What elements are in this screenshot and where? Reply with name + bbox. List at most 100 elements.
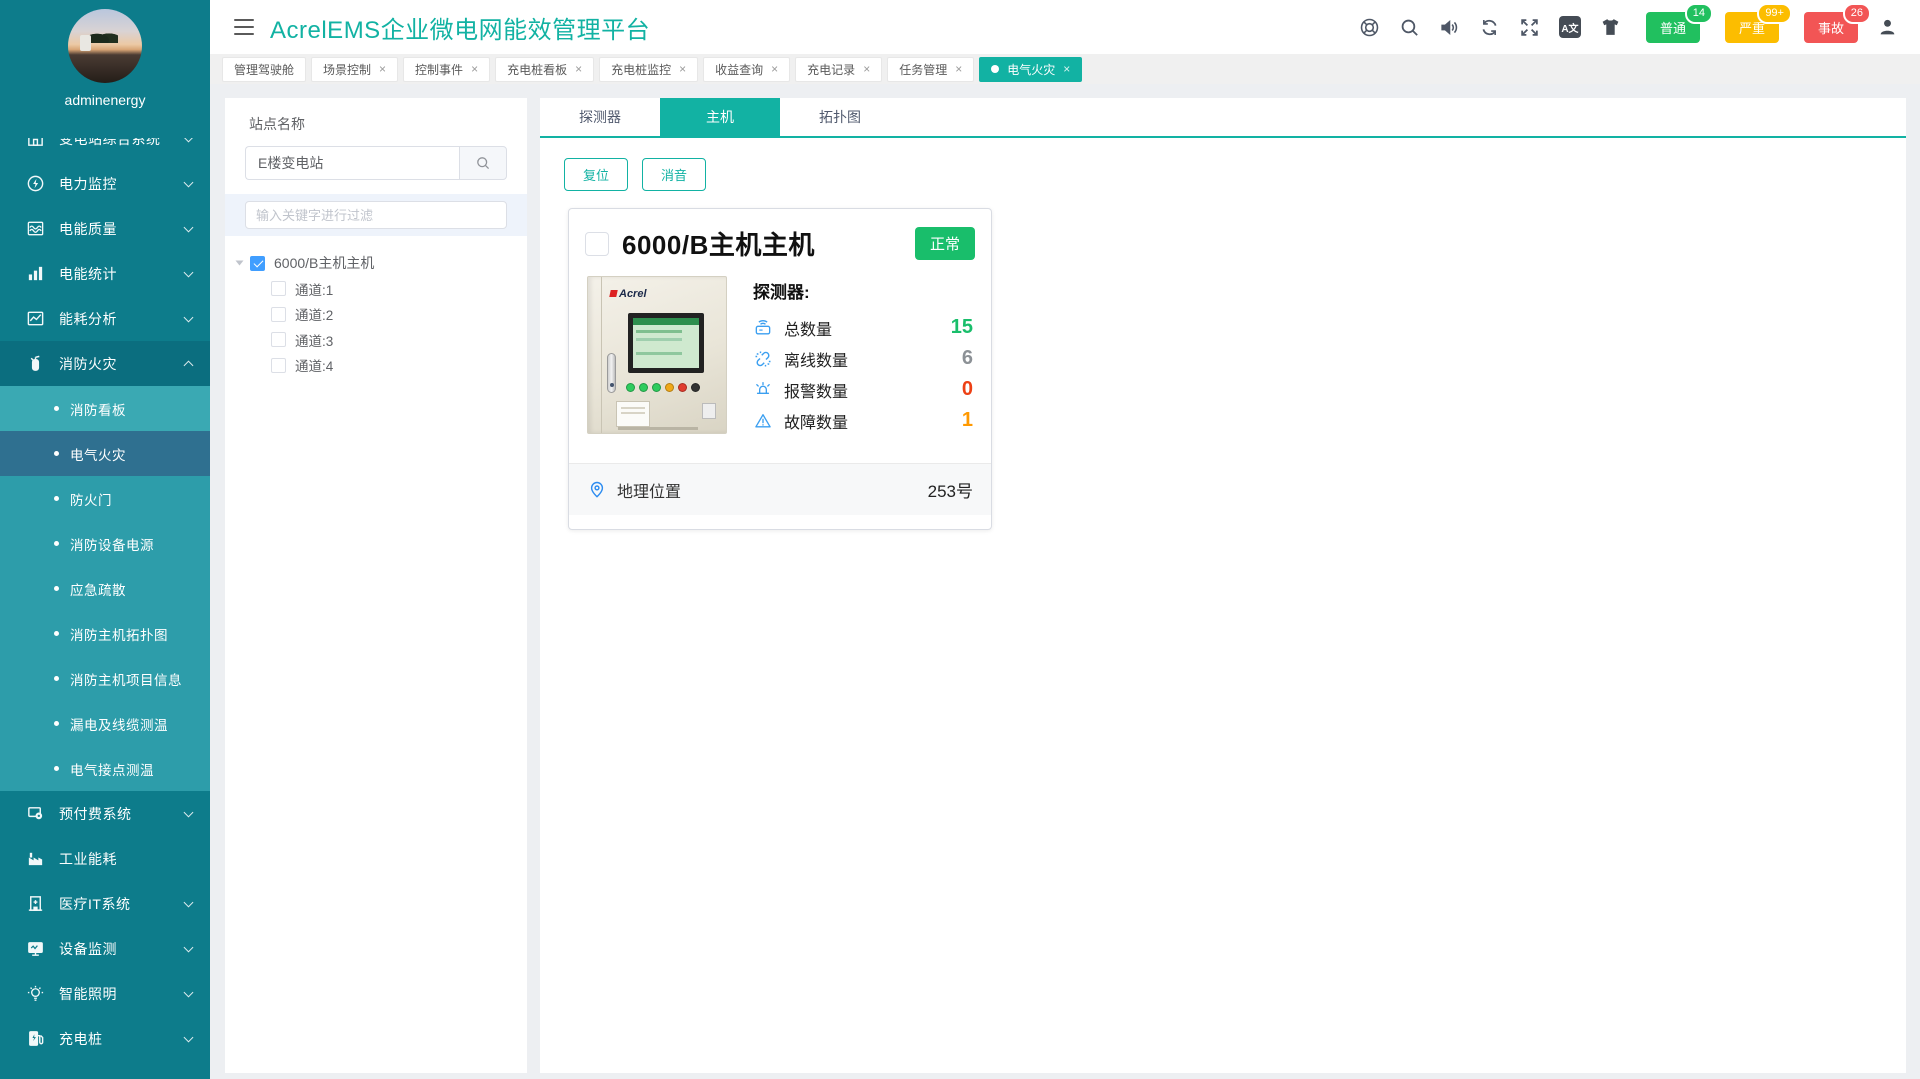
charging-pile-icon bbox=[26, 1029, 45, 1048]
device-handle bbox=[607, 353, 616, 393]
tree-checkbox[interactable] bbox=[271, 281, 286, 296]
tree-caret-icon[interactable] bbox=[236, 261, 244, 266]
chevron-down-icon bbox=[184, 942, 194, 952]
tab-charger-dashboard[interactable]: 充电桩看板× bbox=[495, 57, 594, 82]
volume-icon[interactable] bbox=[1439, 17, 1460, 38]
submenu-item-electrical-fire[interactable]: 电气火灾 bbox=[0, 431, 210, 476]
tab-revenue-query[interactable]: 收益查询× bbox=[703, 57, 790, 82]
tree-node-channel-1[interactable]: 通道:1 bbox=[237, 276, 527, 302]
sidebar-item-energy-analysis[interactable]: 能耗分析 bbox=[0, 296, 210, 341]
submenu-item-emergency-evacuation[interactable]: 应急疏散 bbox=[0, 566, 210, 611]
tree-node-channel-4[interactable]: 通道:4 bbox=[237, 353, 527, 379]
tree-node-channel-2[interactable]: 通道:2 bbox=[237, 302, 527, 328]
tree-node-channel-3[interactable]: 通道:3 bbox=[237, 327, 527, 353]
search-icon[interactable] bbox=[1399, 17, 1420, 38]
bullet-icon bbox=[54, 451, 59, 456]
tab-electrical-fire-active[interactable]: 电气火灾× bbox=[979, 57, 1082, 82]
reset-button[interactable]: 复位 bbox=[564, 158, 628, 191]
bullet-icon bbox=[54, 586, 59, 591]
tree-root-node[interactable]: 6000/B主机主机 bbox=[237, 250, 527, 276]
close-icon[interactable]: × bbox=[955, 62, 962, 76]
alarm-siren-icon bbox=[753, 380, 773, 400]
sidebar-item-power-statistics[interactable]: 电能统计 bbox=[0, 251, 210, 296]
top-header: AcrelEMS企业微电网能效管理平台 A文 普通 14 严重 99+ 事故 2… bbox=[210, 0, 1920, 54]
close-icon[interactable]: × bbox=[771, 62, 778, 76]
site-name-input[interactable] bbox=[245, 146, 459, 180]
avatar-trees bbox=[88, 29, 118, 43]
avatar[interactable] bbox=[68, 9, 142, 83]
tab-charging-records[interactable]: 充电记录× bbox=[795, 57, 882, 82]
power-quality-icon bbox=[26, 219, 45, 238]
sidebar-item-substation-system[interactable]: 变电站综合系统 bbox=[0, 138, 210, 161]
alarm-count-badge: 14 bbox=[1685, 3, 1713, 24]
chevron-up-icon bbox=[184, 361, 194, 371]
fullscreen-icon[interactable] bbox=[1519, 17, 1540, 38]
sidebar-item-industrial-energy[interactable]: 工业能耗 bbox=[0, 836, 210, 881]
close-icon[interactable]: × bbox=[575, 62, 582, 76]
sidebar-item-medical-it[interactable]: 医疗IT系统 bbox=[0, 881, 210, 926]
site-name-label: 站点名称 bbox=[225, 98, 527, 134]
sidebar-item-device-monitoring[interactable]: 设备监测 bbox=[0, 926, 210, 971]
sidebar-item-fire-protection[interactable]: 消防火灾 bbox=[0, 341, 210, 386]
host-checkbox[interactable] bbox=[585, 232, 609, 256]
tab-scene-control[interactable]: 场景控制× bbox=[311, 57, 398, 82]
detector-total-icon bbox=[753, 318, 773, 338]
submenu-item-fire-host-project-info[interactable]: 消防主机项目信息 bbox=[0, 656, 210, 701]
close-icon[interactable]: × bbox=[679, 62, 686, 76]
tab-host-active[interactable]: 主机 bbox=[660, 98, 780, 136]
sidebar-item-power-monitoring[interactable]: 电力监控 bbox=[0, 161, 210, 206]
fire-submenu: 消防看板 电气火灾 防火门 消防设备电源 应急疏散 消防主机拓扑图 消防主机项目… bbox=[0, 386, 210, 791]
submenu-item-fire-equipment-power[interactable]: 消防设备电源 bbox=[0, 521, 210, 566]
host-card-header: 6000/B主机主机 正常 bbox=[569, 209, 991, 270]
stat-alarm: 报警数量 0 bbox=[753, 374, 973, 405]
site-search-button[interactable] bbox=[459, 146, 507, 180]
user-icon[interactable] bbox=[1877, 17, 1898, 38]
sidebar-item-power-quality[interactable]: 电能质量 bbox=[0, 206, 210, 251]
submenu-item-fire-door[interactable]: 防火门 bbox=[0, 476, 210, 521]
tree-filter-input[interactable] bbox=[245, 201, 507, 229]
sidebar-item-smart-lighting[interactable]: 智能照明 bbox=[0, 971, 210, 1016]
stat-fault: 故障数量 1 bbox=[753, 405, 973, 436]
host-card[interactable]: 6000/B主机主机 正常 Acrel 探测器: bbox=[568, 208, 992, 530]
hamburger-menu-icon[interactable] bbox=[234, 19, 254, 35]
alarm-button-accident[interactable]: 事故 26 bbox=[1804, 12, 1858, 43]
submenu-item-fire-dashboard[interactable]: 消防看板 bbox=[0, 386, 210, 431]
translate-icon[interactable]: A文 bbox=[1559, 16, 1581, 38]
tree-checkbox[interactable] bbox=[271, 358, 286, 373]
host-actions: 复位 消音 bbox=[540, 138, 1906, 191]
tree-root-checkbox[interactable] bbox=[250, 256, 265, 271]
host-card-body: Acrel 探测器: 总数量 15 bbox=[569, 270, 991, 453]
tree-checkbox[interactable] bbox=[271, 307, 286, 322]
submenu-item-electrical-contact-temp[interactable]: 电气接点测温 bbox=[0, 746, 210, 791]
submenu-item-leakage-cable-temp[interactable]: 漏电及线缆测温 bbox=[0, 701, 210, 746]
tab-task-management[interactable]: 任务管理× bbox=[887, 57, 974, 82]
sidebar-item-charging-pile[interactable]: 充电桩 bbox=[0, 1016, 210, 1061]
close-icon[interactable]: × bbox=[379, 62, 386, 76]
help-lifebuoy-icon[interactable] bbox=[1359, 17, 1380, 38]
refresh-icon[interactable] bbox=[1479, 17, 1500, 38]
tab-charger-monitoring[interactable]: 充电桩监控× bbox=[599, 57, 698, 82]
tab-management-cockpit[interactable]: 管理驾驶舱 bbox=[222, 57, 306, 82]
app-title: AcrelEMS企业微电网能效管理平台 bbox=[270, 10, 650, 45]
close-icon[interactable]: × bbox=[863, 62, 870, 76]
mute-button[interactable]: 消音 bbox=[642, 158, 706, 191]
avatar-house bbox=[80, 35, 91, 51]
sidebar-item-prepaid-system[interactable]: 预付费系统 bbox=[0, 791, 210, 836]
device-tree: 6000/B主机主机 通道:1 通道:2 通道:3 通道:4 bbox=[225, 236, 527, 378]
tab-topology[interactable]: 拓扑图 bbox=[780, 98, 900, 136]
tree-checkbox[interactable] bbox=[271, 332, 286, 347]
submenu-item-fire-host-topology[interactable]: 消防主机拓扑图 bbox=[0, 611, 210, 656]
search-icon bbox=[475, 155, 491, 171]
header-actions: A文 普通 14 严重 99+ 事故 26 bbox=[1359, 12, 1898, 43]
tab-control-events[interactable]: 控制事件× bbox=[403, 57, 490, 82]
device-buttons bbox=[626, 383, 700, 392]
theme-tshirt-icon[interactable] bbox=[1600, 17, 1621, 38]
alarm-button-normal[interactable]: 普通 14 bbox=[1646, 12, 1700, 43]
monitor-icon bbox=[26, 939, 45, 958]
alarm-button-severe[interactable]: 严重 99+ bbox=[1725, 12, 1779, 43]
bullet-icon bbox=[54, 631, 59, 636]
close-icon[interactable]: × bbox=[1063, 62, 1070, 76]
close-icon[interactable]: × bbox=[471, 62, 478, 76]
location-pin-icon bbox=[587, 480, 607, 500]
tab-detectors[interactable]: 探测器 bbox=[540, 98, 660, 136]
